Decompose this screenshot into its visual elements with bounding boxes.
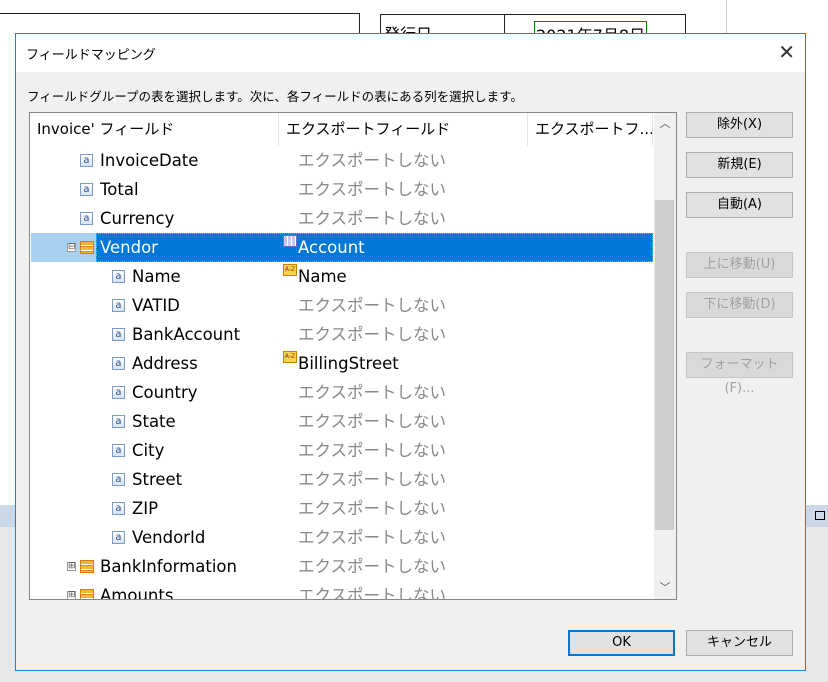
group-icon [80,560,94,573]
dialog-title: フィールドマッピング [26,48,156,63]
field-label: Name [132,267,181,286]
move-up-button[interactable]: 上に移動(U) [686,252,793,278]
new-button[interactable]: 新規(E) [686,152,793,178]
field-icon: a [112,299,125,312]
export-field-value[interactable]: エクスポートしない [298,552,446,581]
export-field-value[interactable]: エクスポートしない [298,175,446,204]
export-field-value[interactable]: エクスポートしない [298,465,446,494]
column-header-invoice-field[interactable]: Invoice' フィールド [30,113,279,146]
tree-row-vendorid[interactable]: a VendorId エクスポートしない [30,523,654,552]
tree-row-amounts[interactable]: ⊞ Amounts エクスポートしない [30,581,654,600]
tree-header: Invoice' フィールド エクスポートフィールド エクスポートフ... [30,113,654,146]
maximize-icon[interactable] [815,511,825,520]
tree-row-bankaccount[interactable]: a BankAccount エクスポートしない [30,320,654,349]
field-label: Address [132,354,198,373]
field-label: Amounts [100,586,174,600]
scroll-down-icon[interactable]: ﹀ [654,579,676,595]
field-label: Vendor [100,238,158,257]
exclude-button[interactable]: 除外(X) [686,112,793,138]
tree-row-bankinformation[interactable]: ⊞ BankInformation エクスポートしない [30,552,654,581]
field-label: Street [132,470,183,489]
dialog-description: フィールドグループの表を選択します。次に、各フィールドの表にある列を選択します。 [27,89,523,104]
field-icon: a [112,473,125,486]
field-label: InvoiceDate [100,151,199,170]
tree-row-address[interactable]: a Address A-Z BillingStreet [30,349,654,378]
ok-button[interactable]: OK [568,630,675,656]
field-icon: a [80,154,93,167]
move-down-button[interactable]: 下に移動(D) [686,292,793,318]
tree-row-name[interactable]: a Name A-Z Name [30,262,654,291]
group-icon [80,589,94,599]
table-icon [283,235,297,247]
field-label: Country [132,383,198,402]
field-label: BankAccount [132,325,241,344]
tree-row-vendor[interactable]: ⊟ Vendor Account [30,233,654,262]
export-field-value[interactable]: エクスポートしない [298,523,446,552]
format-button[interactable]: フォーマット(F)... [686,352,793,396]
scrollbar-thumb[interactable] [655,200,674,530]
selection-highlight [96,233,653,262]
expand-icon[interactable]: ⊞ [67,591,76,599]
vertical-scrollbar[interactable]: ︿ ﹀ [654,113,676,599]
field-mapping-dialog: フィールドマッピング ✕ フィールドグループの表を選択します。次に、各フィールド… [15,33,806,671]
export-field-value[interactable]: エクスポートしない [298,204,446,233]
field-label: ZIP [132,499,159,518]
field-label: Total [100,180,139,199]
export-field-value[interactable]: エクスポートしない [298,494,446,523]
scroll-up-icon[interactable]: ︿ [654,115,676,131]
export-field-value[interactable]: エクスポートしない [298,436,446,465]
field-label: City [132,441,165,460]
tree-row-country[interactable]: a Country エクスポートしない [30,378,654,407]
tree-row-state[interactable]: a State エクスポートしない [30,407,654,436]
field-icon: a [112,531,125,544]
export-field-value[interactable]: エクスポートしない [298,407,446,436]
field-icon: a [112,270,125,283]
auto-button[interactable]: 自動(A) [686,192,793,218]
field-icon: a [112,386,125,399]
title-bar: フィールドマッピング ✕ [16,34,805,72]
tree-row-city[interactable]: a City エクスポートしない [30,436,654,465]
doc-line [359,13,360,35]
export-field-value[interactable]: エクスポートしない [298,320,446,349]
export-field-value[interactable]: Account [298,233,365,262]
field-label: Currency [100,209,175,228]
cancel-button[interactable]: キャンセル [686,630,793,656]
export-field-value[interactable]: Name [298,262,347,291]
column-header-export-field[interactable]: エクスポートフィールド [279,113,528,146]
export-field-value[interactable]: エクスポートしない [298,291,446,320]
export-field-value[interactable]: エクスポートしない [298,378,446,407]
group-icon [80,241,94,254]
expand-icon[interactable]: ⊞ [67,562,76,571]
field-icon: a [112,502,125,515]
field-icon: a [112,357,125,370]
export-field-value[interactable]: エクスポートしない [298,146,446,175]
tree-row-zip[interactable]: a ZIP エクスポートしない [30,494,654,523]
export-field-value[interactable]: エクスポートしない [298,581,446,599]
field-label: VendorId [132,528,206,547]
field-icon: a [80,183,93,196]
field-icon: a [112,444,125,457]
field-label: BankInformation [100,557,237,576]
az-icon: A-Z [283,264,297,276]
collapse-icon[interactable]: ⊟ [67,243,76,252]
field-icon: a [80,212,93,225]
field-label: VATID [132,296,180,315]
column-header-export-format[interactable]: エクスポートフ... [528,113,653,146]
tree-row-currency[interactable]: a Currency エクスポートしない [30,204,654,233]
tree-row-vatid[interactable]: a VATID エクスポートしない [30,291,654,320]
field-mapping-tree[interactable]: Invoice' フィールド エクスポートフィールド エクスポートフ... aI… [29,112,677,600]
field-icon: a [112,328,125,341]
field-label: State [132,412,176,431]
doc-line [0,13,360,14]
tree-row-street[interactable]: a Street エクスポートしない [30,465,654,494]
az-icon: A-Z [283,351,297,363]
issue-date-cell: 発行日 2021年7月8日 [380,14,686,34]
export-field-value[interactable]: BillingStreet [298,349,399,378]
field-icon: a [112,415,125,428]
tree-row-total[interactable]: a Total エクスポートしない [30,175,654,204]
tree-row-invoicedate[interactable]: a InvoiceDate エクスポートしない [30,146,654,175]
close-icon[interactable]: ✕ [778,40,795,64]
